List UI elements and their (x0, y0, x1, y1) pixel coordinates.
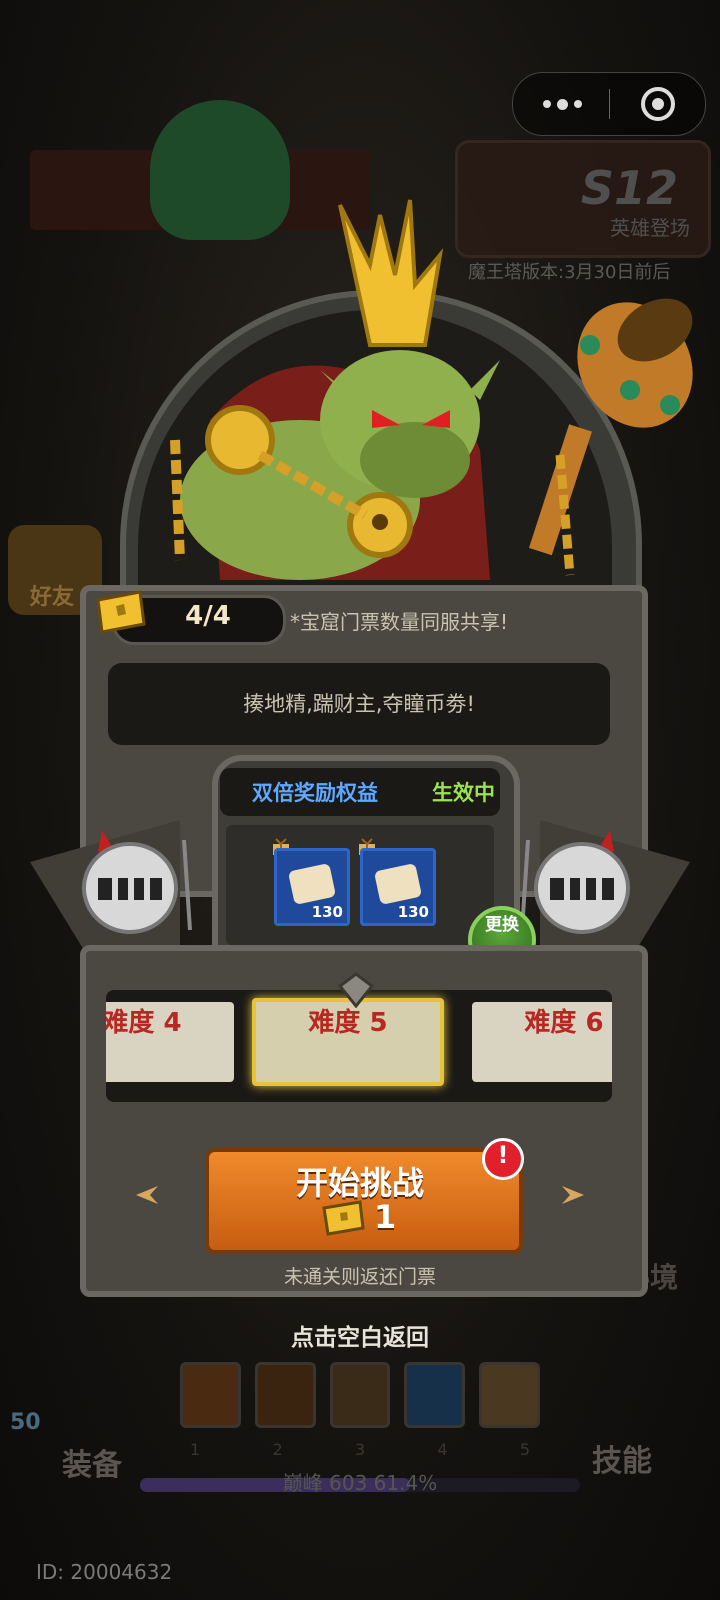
crown-icon (338, 199, 444, 347)
user-id: ID: 20004632 (36, 1560, 173, 1584)
alert-badge-icon: ! (482, 1138, 524, 1180)
reward-status: 生效中 (432, 781, 495, 805)
skill-slot-numbers: 1 2 3 4 5 (190, 1440, 530, 1459)
start-challenge-label: 开始挑战 (295, 1164, 424, 1202)
golden-hammer-icon (528, 298, 693, 576)
skill-slot (479, 1362, 540, 1428)
alert-badge-text: ! (497, 1141, 509, 1169)
reward-title: 双倍奖励权益 (252, 781, 378, 805)
peak-progress-text: 巅峰 603 61.4% (282, 1471, 438, 1495)
slot-number: 4 (437, 1440, 448, 1459)
difficulty-label: 难度 6 (524, 1008, 604, 1038)
skill-slot (404, 1362, 466, 1428)
miniprogram-capsule (512, 72, 706, 136)
season-badge: S12 (580, 161, 678, 215)
friends-label: 好友 (30, 585, 75, 610)
tap-blank-to-return[interactable]: 点击空白返回 (0, 1318, 720, 1352)
reward-item[interactable]: 130 (274, 848, 350, 926)
skill-bar (180, 1362, 540, 1430)
ticket-count: 4/4 (185, 601, 231, 631)
refund-note: 未通关则返还门票 (283, 1266, 436, 1288)
skill-slot (254, 1362, 316, 1428)
version-note: 魔王塔版本:3月30日前后 (468, 262, 671, 283)
knight-helmet-icon (520, 830, 630, 934)
reward-item-qty: 130 (311, 903, 343, 921)
more-dots-icon[interactable] (543, 73, 603, 135)
slot-number: 5 (519, 1440, 530, 1459)
difficulty-label: 难度 4 (106, 1008, 182, 1038)
slot-number: 2 (272, 1440, 283, 1459)
target-circle-icon[interactable] (641, 87, 675, 121)
slogan-box: 揍地精,踹财主,夺瞳币劵! (108, 663, 610, 745)
difficulty-option-selected[interactable]: 难度 5 (252, 998, 444, 1086)
right-ornament-icon (562, 1186, 584, 1204)
knight-helmet-icon (82, 830, 192, 934)
start-challenge-cost: 1 (374, 1198, 397, 1236)
ticket-share-note: *宝窟门票数量同服共享! (290, 610, 509, 634)
slot-number: 1 (190, 1440, 201, 1459)
difficulty-option[interactable]: 难度 4 (106, 1002, 234, 1082)
ticket-icon (322, 1200, 365, 1236)
swap-button-label: 更换 (485, 915, 519, 935)
goblin-boss-illustration (170, 350, 500, 580)
difficulty-option[interactable]: 难度 6 (472, 1002, 612, 1082)
season-banner: S12 英雄登场 (455, 140, 711, 258)
skill-slot (329, 1362, 391, 1428)
level-badge: 50 (10, 1410, 41, 1435)
ticket-icon (96, 590, 146, 634)
slogan-text: 揍地精,踹财主,夺瞳币劵! (243, 692, 475, 716)
slot-number: 3 (354, 1440, 366, 1459)
ticket-scroll-icon (373, 863, 423, 905)
reward-item-qty: 130 (397, 903, 429, 921)
left-ornament-icon (136, 1186, 158, 1204)
capsule-divider (609, 89, 610, 119)
ticket-scroll-icon (287, 863, 337, 905)
reward-item[interactable]: 130 (360, 848, 436, 926)
background-character (150, 100, 290, 240)
selector-pointer-icon (338, 972, 374, 1008)
skill-slot (180, 1362, 241, 1428)
season-subtitle: 英雄登场 (610, 216, 690, 240)
